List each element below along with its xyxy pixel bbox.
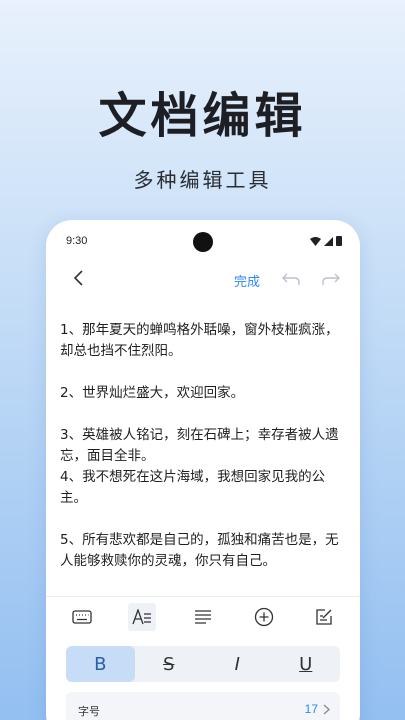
edit-note-button[interactable] [310,603,338,631]
underline-button[interactable]: U [272,646,341,682]
keyboard-icon [72,610,92,624]
keyboard-button[interactable] [68,603,96,631]
italic-button[interactable]: I [203,646,272,682]
document-paragraph: 3、英雄被人铭记，刻在石碑上；幸存者被人遗忘，面目全非。 [60,427,339,464]
phone-frame: 9:30 完成 1、那年夏天的蝉鸣格外聒噪，窗外枝桠疯涨，却总也挡不住烈阳。 2… [46,220,360,720]
back-button[interactable] [72,268,86,292]
undo-button[interactable] [282,271,300,290]
battery-icon [336,236,342,246]
undo-icon [282,273,300,285]
align-left-icon [195,610,211,624]
system-icons [310,236,342,246]
status-bar: 9:30 [46,220,360,262]
redo-button[interactable] [322,271,340,290]
hero-subtitle: 多种编辑工具 [133,168,272,192]
document-body[interactable]: 1、那年夏天的蝉鸣格外聒噪，窗外枝桠疯涨，却总也挡不住烈阳。 2、世界灿烂盛大，… [60,320,348,593]
status-time: 9:30 [66,235,88,247]
strikethrough-button[interactable]: S [135,646,204,682]
hero-title: 文档编辑 [98,88,307,144]
document-paragraph: 4、我不想死在这片海域，我想回家见我的公主。 [60,469,326,506]
document-paragraph: 2、世界灿烂盛大，欢迎回家。 [60,385,245,401]
chevron-left-icon [73,270,83,286]
text-format-icon [132,609,151,625]
plus-circle-icon [254,607,274,627]
edit-note-icon [316,609,332,625]
insert-button[interactable] [250,603,278,631]
text-style-bar: B S I U [66,646,340,682]
format-toolbar [46,596,360,636]
document-paragraph: 5、所有悲欢都是自己的，孤独和痛苦也是，无人能够救赎你的灵魂，你只有自己。 [60,532,339,569]
bold-button[interactable]: B [66,646,135,682]
align-button[interactable] [189,603,217,631]
font-size-row[interactable]: 字号 17 [66,692,340,720]
done-button[interactable]: 完成 [234,271,260,290]
wifi-icon [310,237,321,246]
editor-toolbar: 完成 [46,262,360,296]
font-size-value: 17 [304,702,318,716]
chevron-right-icon [323,704,330,715]
camera-cutout [193,232,213,252]
redo-icon [322,273,340,285]
document-paragraph: 1、那年夏天的蝉鸣格外聒噪，窗外枝桠疯涨，却总也挡不住烈阳。 [60,322,339,359]
text-style-button[interactable] [128,603,156,631]
signal-icon [324,237,333,246]
font-size-label: 字号 [78,705,100,718]
